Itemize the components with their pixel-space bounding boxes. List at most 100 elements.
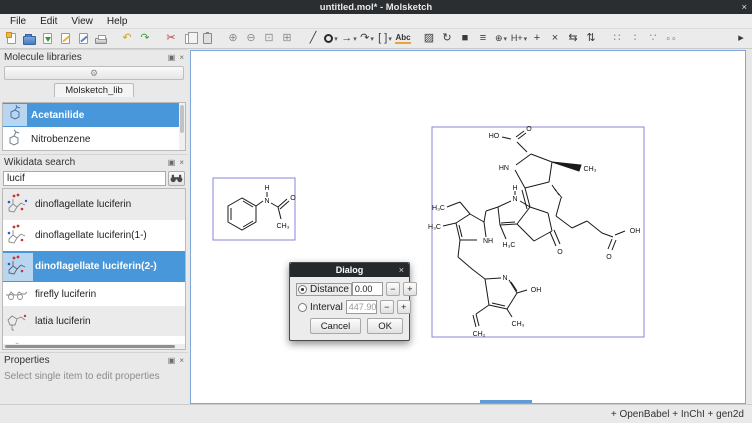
zoom-out-button[interactable]: ⊖ [242, 30, 260, 48]
menu-edit[interactable]: Edit [33, 15, 64, 28]
menu-view[interactable]: View [64, 15, 100, 28]
distance-increment-button[interactable]: + [403, 282, 417, 296]
zoom-fit-button[interactable]: ⊞ [278, 30, 296, 48]
wikidata-item-dinoflagellate-luciferin-1[interactable]: dinoflagellate luciferin(1-) [3, 220, 185, 251]
canvas-hscrollbar-thumb[interactable] [480, 400, 532, 403]
copy-button[interactable] [180, 30, 198, 48]
search-button[interactable] [168, 171, 185, 186]
reaction-arrow-icon: → [341, 33, 352, 44]
library-item-nitrobenzene[interactable]: Nitrobenzene [3, 127, 185, 151]
distance-radio-group[interactable]: Distance [296, 283, 352, 296]
wikidata-item-label: dinoflagellate luciferin(1-) [35, 230, 147, 241]
mechanism-arrow-button[interactable]: ↷▾ [358, 30, 376, 48]
panel-float-icon[interactable]: ▣ [168, 53, 176, 62]
interval-increment-button[interactable]: + [397, 300, 411, 314]
draw-tool-button[interactable]: ╱ [304, 30, 322, 48]
wikidata-item-label: firefly luciferin [35, 289, 96, 300]
distance-row: Distance 0.00 − + [296, 282, 403, 296]
interval-radio[interactable] [298, 303, 307, 312]
ring-tool-button[interactable]: ▾ [322, 30, 340, 48]
panel-close-icon[interactable]: × [179, 356, 184, 365]
wikidata-item-dinoflagellate-luciferin-2[interactable]: dinoflagellate luciferin(2-) [3, 251, 185, 282]
tab-molsketch-lib[interactable]: Molsketch_lib [54, 83, 134, 97]
search-input[interactable]: lucif [3, 171, 166, 186]
zoom-original-button[interactable]: ⊡ [260, 30, 278, 48]
lasso-tool-icon: ▨ [424, 33, 434, 44]
radical-button[interactable]: ∶ [626, 30, 644, 48]
menu-bar: File Edit View Help [0, 14, 752, 29]
redo-button[interactable]: ↷ [136, 30, 154, 48]
atom-label: O [557, 249, 563, 256]
cut-button[interactable]: ✂ [162, 30, 180, 48]
menu-file[interactable]: File [3, 15, 33, 28]
drawing-canvas[interactable]: H N O CH₃ [190, 50, 746, 404]
interval-radio-group[interactable]: Interval [296, 301, 346, 314]
ring-tool-icon [324, 34, 333, 43]
selection-box[interactable] [432, 127, 644, 337]
library-settings-button[interactable]: ⚙ [4, 66, 184, 80]
electron-pair-button[interactable]: ∘∘ [662, 30, 680, 48]
panel-close-icon[interactable]: × [179, 53, 184, 62]
library-item-acetanilide[interactable]: Acetanilide [3, 103, 185, 127]
line-width-button[interactable]: ≡ [474, 30, 492, 48]
hydrogen-tool-button[interactable]: H+▾ [510, 30, 528, 48]
paste-icon [203, 33, 212, 44]
atom-label: H [512, 185, 517, 192]
flip-horizontal-button[interactable]: ⇆ [564, 30, 582, 48]
menu-help[interactable]: Help [100, 15, 135, 28]
molecule-luciferin[interactable]: HO O HN CH₃ H N H₃C H₃C NH H₃C O OH O N … [428, 126, 640, 338]
molecule-scene: H N O CH₃ [191, 51, 745, 403]
panel-close-icon[interactable]: × [179, 158, 184, 167]
distance-decrement-button[interactable]: − [386, 282, 400, 296]
distance-value-field[interactable]: 0.00 [352, 282, 383, 296]
import-button[interactable] [56, 30, 74, 48]
open-folder-icon [23, 36, 36, 45]
add-tool-button[interactable]: + [528, 30, 546, 48]
charge-tool-button[interactable]: ⊕▾ [492, 30, 510, 48]
color-picker-button[interactable]: ■ [456, 30, 474, 48]
bracket-tool-icon: [ ] [378, 33, 387, 44]
ok-button[interactable]: OK [367, 318, 403, 334]
interval-decrement-button[interactable]: − [380, 300, 394, 314]
distance-radio[interactable] [298, 285, 307, 294]
export-button[interactable] [74, 30, 92, 48]
bracket-tool-button[interactable]: [ ]▾ [376, 30, 394, 48]
wikidata-search-panel: Wikidata search ▣ × lucif [0, 154, 188, 352]
atom-label: H₃C [503, 242, 516, 249]
flip-vertical-button[interactable]: ⇅ [582, 30, 600, 48]
wikidata-item-firefly-luciferin[interactable]: firefly luciferin [3, 282, 185, 306]
status-bar: + OpenBabel + InChI + gen2d [0, 404, 752, 423]
toolbar-overflow-button[interactable]: ▸ [732, 30, 750, 48]
panel-float-icon[interactable]: ▣ [168, 158, 176, 167]
wikidata-hscrollbar[interactable] [3, 344, 185, 349]
reaction-arrow-button[interactable]: →▾ [340, 30, 358, 48]
scrollbar-thumb[interactable] [5, 345, 175, 348]
dialog-title-bar[interactable]: Dialog × [290, 263, 409, 277]
scrollbar-thumb[interactable] [180, 105, 184, 133]
lasso-tool-button[interactable]: ▨ [420, 30, 438, 48]
wikidata-item-latia-luciferin[interactable]: latia luciferin [3, 306, 185, 336]
delete-tool-button[interactable]: × [546, 30, 564, 48]
cancel-button[interactable]: Cancel [310, 318, 362, 334]
selection-box[interactable] [213, 178, 295, 240]
zoom-in-button[interactable]: ⊕ [224, 30, 242, 48]
print-button[interactable] [92, 30, 110, 48]
lone-pair-button[interactable]: ∷ [608, 30, 626, 48]
molecule-thumbnail [3, 253, 33, 281]
text-tool-button[interactable]: Abc [394, 30, 412, 48]
molecule-acetanilide[interactable]: H N O CH₃ [228, 185, 296, 230]
wikidata-item-dinoflagellate-luciferin[interactable]: dinoflagellate luciferin [3, 189, 185, 220]
dialog-close-icon[interactable]: × [399, 265, 404, 275]
panel-float-icon[interactable]: ▣ [168, 356, 176, 365]
window-close-icon[interactable]: × [741, 0, 747, 14]
rotate-tool-button[interactable]: ↻ [438, 30, 456, 48]
undo-button[interactable]: ↶ [118, 30, 136, 48]
library-scrollbar[interactable] [179, 103, 185, 150]
distance-label: Distance [310, 284, 349, 295]
new-document-button[interactable] [2, 30, 20, 48]
save-button[interactable] [38, 30, 56, 48]
paste-button[interactable] [198, 30, 216, 48]
electron-button[interactable]: ∵ [644, 30, 662, 48]
open-button[interactable] [20, 30, 38, 48]
interval-value-field[interactable]: 447.90 [346, 300, 377, 314]
